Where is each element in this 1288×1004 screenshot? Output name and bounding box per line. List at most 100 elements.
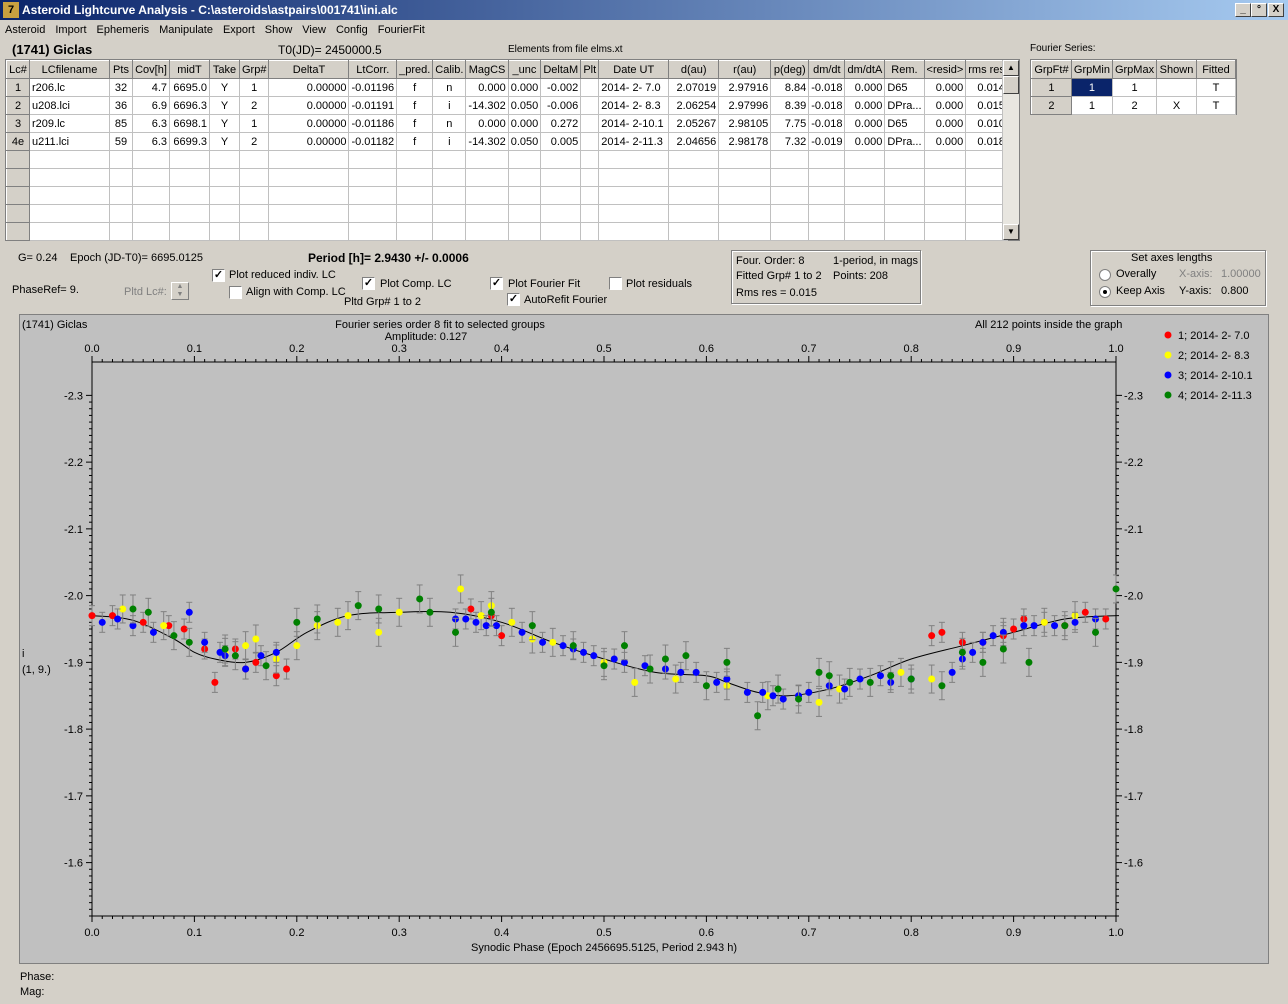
table-cell[interactable] xyxy=(580,204,600,223)
table-cell[interactable] xyxy=(540,204,582,223)
table-cell[interactable]: 0.005 xyxy=(540,132,582,151)
align-comp-checkbox[interactable] xyxy=(229,286,242,299)
table-cell[interactable] xyxy=(668,168,720,187)
table-cell[interactable]: 0.272 xyxy=(540,114,582,133)
table-cell[interactable] xyxy=(268,186,350,205)
table-cell[interactable] xyxy=(109,168,133,187)
column-header[interactable]: Date UT xyxy=(598,60,670,79)
table-cell[interactable] xyxy=(598,204,670,223)
table-row[interactable] xyxy=(6,186,1008,205)
table-cell[interactable]: 2 xyxy=(239,132,270,151)
fourier-cell[interactable]: 2 xyxy=(1112,96,1158,115)
column-header[interactable]: Calib. xyxy=(432,60,467,79)
fourier-column-header[interactable]: Fitted xyxy=(1195,60,1237,79)
table-cell[interactable] xyxy=(465,222,509,241)
overally-radio[interactable] xyxy=(1099,269,1111,281)
fourier-cell[interactable]: 2 xyxy=(1031,96,1072,115)
scroll-down-icon[interactable]: ▼ xyxy=(1003,224,1019,240)
table-cell[interactable]: 0.000 xyxy=(844,114,886,133)
table-cell[interactable] xyxy=(924,168,967,187)
table-cell[interactable]: 32 xyxy=(109,78,133,97)
fourier-row[interactable]: 111T xyxy=(1031,78,1237,97)
table-cell[interactable] xyxy=(540,168,582,187)
table-cell[interactable] xyxy=(209,204,240,223)
row-header[interactable]: 2 xyxy=(6,96,30,115)
table-cell[interactable] xyxy=(580,150,600,169)
table-cell[interactable]: 6.3 xyxy=(132,132,170,151)
table-cell[interactable]: -0.01196 xyxy=(348,78,398,97)
menu-export[interactable]: Export xyxy=(218,22,260,36)
table-cell[interactable]: D65 xyxy=(884,78,925,97)
table-cell[interactable]: 0.000 xyxy=(924,114,967,133)
table-cell[interactable] xyxy=(209,168,240,187)
table-cell[interactable]: 6699.3 xyxy=(169,132,210,151)
table-cell[interactable]: r206.lc xyxy=(29,78,110,97)
table-cell[interactable]: 2014- 2-10.1 xyxy=(598,114,670,133)
table-cell[interactable] xyxy=(770,222,810,241)
table-cell[interactable] xyxy=(598,168,670,187)
lightcurve-chart[interactable]: 0.0 0.0 0.1 0.1 0.2 0.2 0.3 0.3 0.4 0.4 0.5 0.5 0.6 0… xyxy=(20,315,1268,963)
table-cell[interactable] xyxy=(465,204,509,223)
table-cell[interactable] xyxy=(844,168,886,187)
table-cell[interactable]: 6.3 xyxy=(132,114,170,133)
table-cell[interactable]: i xyxy=(432,96,467,115)
column-header[interactable]: MagCS xyxy=(465,60,509,79)
table-cell[interactable] xyxy=(508,222,542,241)
table-cell[interactable] xyxy=(209,150,240,169)
fourier-cell[interactable]: T xyxy=(1196,78,1237,97)
table-cell[interactable] xyxy=(465,186,509,205)
table-cell[interactable] xyxy=(844,204,886,223)
fourier-cell[interactable]: 1 xyxy=(1071,78,1113,97)
table-cell[interactable] xyxy=(808,168,846,187)
table-cell[interactable] xyxy=(808,222,846,241)
table-cell[interactable]: 2.98178 xyxy=(718,132,772,151)
table-cell[interactable] xyxy=(924,186,967,205)
table-cell[interactable]: 2.97916 xyxy=(718,78,772,97)
table-cell[interactable] xyxy=(169,204,210,223)
table-cell[interactable] xyxy=(598,150,670,169)
table-cell[interactable] xyxy=(508,168,542,187)
table-cell[interactable] xyxy=(209,186,240,205)
table-cell[interactable]: D65 xyxy=(884,114,925,133)
table-cell[interactable]: 59 xyxy=(109,132,133,151)
table-cell[interactable]: 2.06254 xyxy=(668,96,720,115)
table-cell[interactable] xyxy=(770,204,810,223)
pltd-lc-spinner[interactable]: ▲ ▼ xyxy=(171,282,189,300)
table-cell[interactable]: Y xyxy=(209,114,240,133)
table-cell[interactable] xyxy=(844,150,886,169)
table-cell[interactable]: u211.lci xyxy=(29,132,110,151)
menu-config[interactable]: Config xyxy=(331,22,373,36)
table-cell[interactable]: -0.019 xyxy=(808,132,846,151)
table-cell[interactable] xyxy=(169,186,210,205)
column-header[interactable]: Cov[h] xyxy=(132,60,170,79)
table-cell[interactable]: 2014- 2- 8.3 xyxy=(598,96,670,115)
table-cell[interactable] xyxy=(884,222,925,241)
table-cell[interactable] xyxy=(844,186,886,205)
table-cell[interactable]: 85 xyxy=(109,114,133,133)
restore-button[interactable]: ° xyxy=(1251,3,1267,17)
row-header[interactable] xyxy=(6,168,30,187)
column-header[interactable]: _unc xyxy=(507,60,542,79)
table-cell[interactable] xyxy=(432,186,467,205)
column-header[interactable]: d(au) xyxy=(668,60,720,79)
table-cell[interactable]: f xyxy=(396,114,434,133)
table-cell[interactable] xyxy=(598,186,670,205)
column-header[interactable]: dm/dt xyxy=(808,60,846,79)
table-cell[interactable] xyxy=(268,222,350,241)
table-row[interactable]: 1 r206.lc 32 4.7 6695.0 Y 1 0.00000 -0.01196 f n 0.… xyxy=(6,78,1008,97)
table-cell[interactable] xyxy=(109,222,133,241)
table-cell[interactable] xyxy=(348,204,398,223)
fourier-cell[interactable]: X xyxy=(1156,96,1197,115)
table-cell[interactable]: -0.01191 xyxy=(348,96,398,115)
row-header[interactable] xyxy=(6,222,30,241)
fourier-cell[interactable] xyxy=(1156,78,1197,97)
table-cell[interactable]: 8.84 xyxy=(770,78,810,97)
menu-show[interactable]: Show xyxy=(260,22,298,36)
table-cell[interactable] xyxy=(396,204,434,223)
table-cell[interactable] xyxy=(718,222,772,241)
table-row[interactable] xyxy=(6,168,1008,187)
table-cell[interactable]: 0.000 xyxy=(465,114,509,133)
plot-fourier-checkbox[interactable]: ✓ xyxy=(490,277,503,290)
table-cell[interactable]: Y xyxy=(209,96,240,115)
table-cell[interactable] xyxy=(668,186,720,205)
